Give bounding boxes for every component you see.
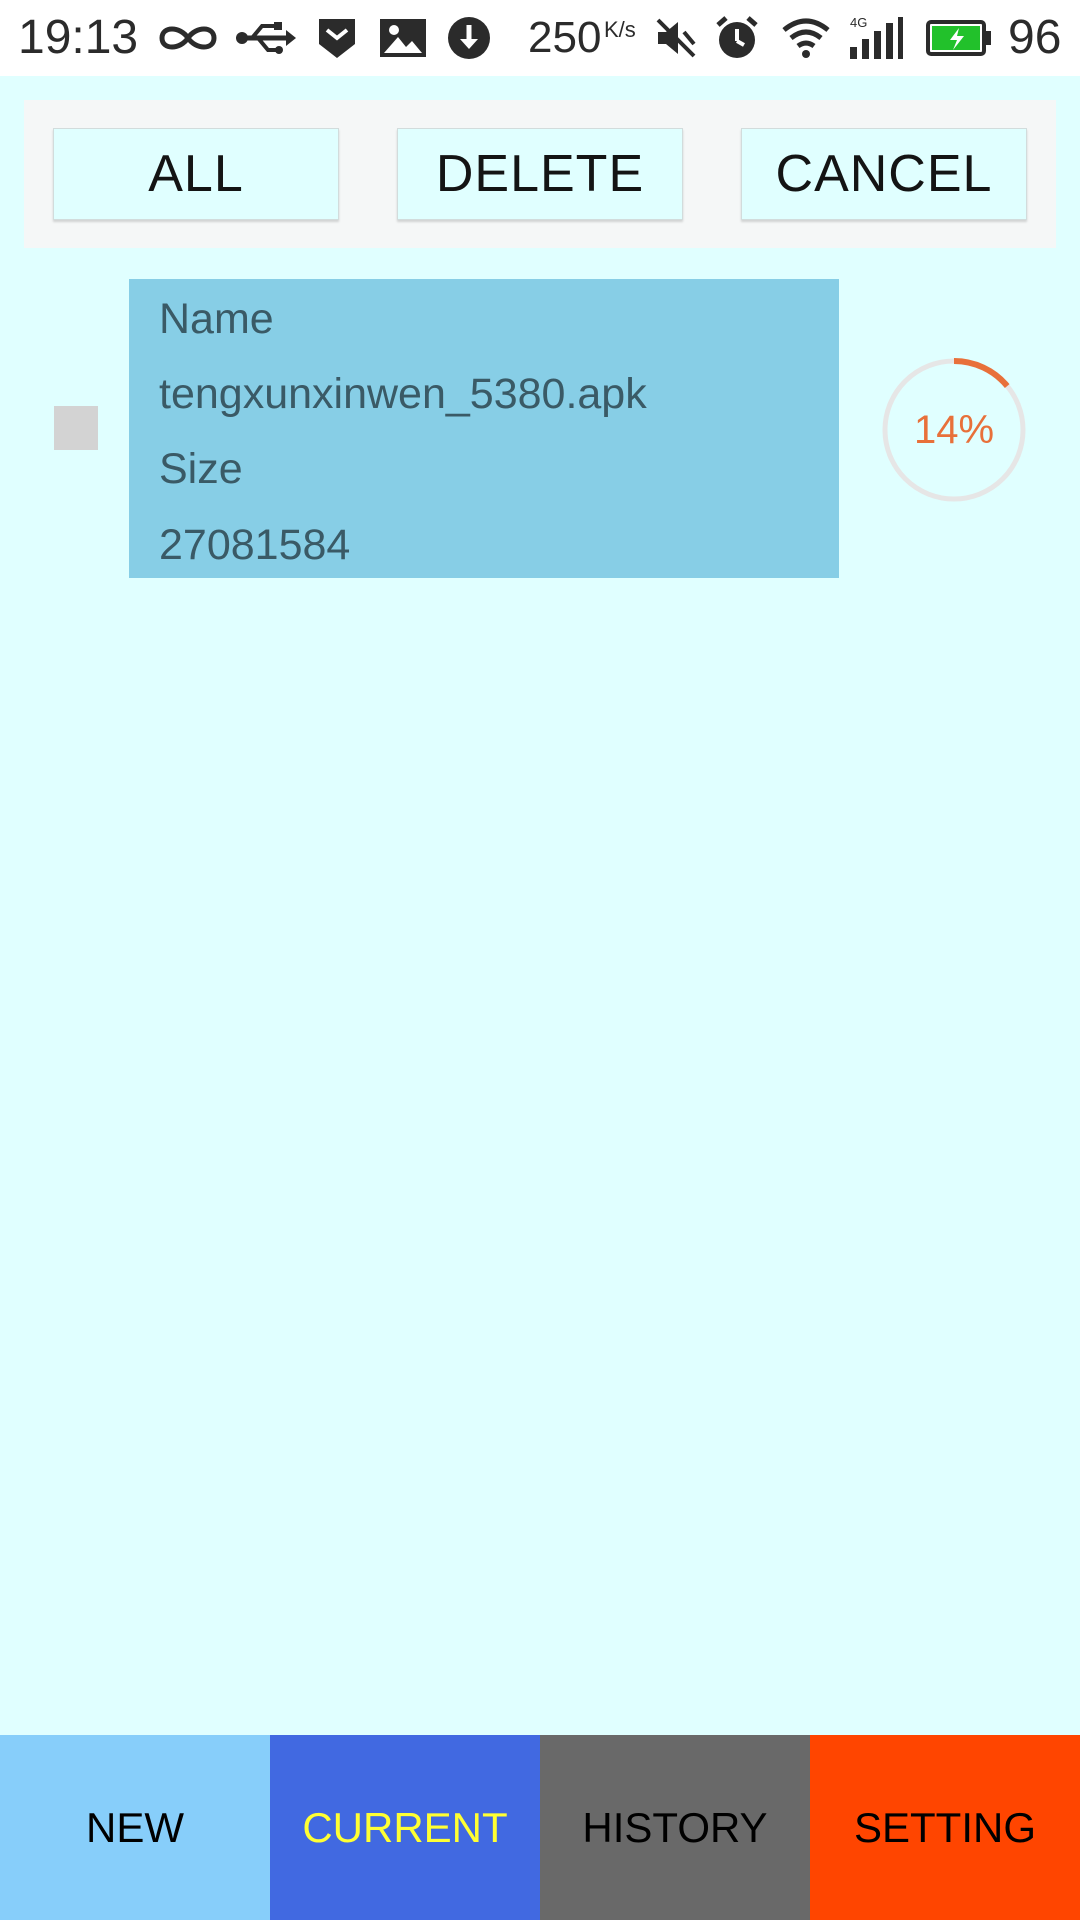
progress-percent: 14% — [913, 407, 995, 452]
tab-new[interactable]: NEW — [0, 1735, 270, 1920]
file-size: 27081584 — [159, 521, 351, 569]
action-toolbar: ALL DELETE CANCEL — [24, 100, 1056, 248]
size-label: Size — [159, 445, 243, 493]
delete-button[interactable]: DELETE — [397, 128, 683, 220]
mute-icon — [654, 14, 698, 62]
select-all-button[interactable]: ALL — [53, 128, 339, 220]
shield-icon — [316, 14, 358, 62]
tab-current[interactable]: CURRENT — [270, 1735, 540, 1920]
progress-ring: 14% — [880, 356, 1028, 504]
usb-icon — [234, 14, 296, 62]
image-icon — [378, 14, 428, 62]
wifi-icon — [780, 14, 832, 62]
network-speed-unit: K/s — [604, 17, 636, 42]
download-item-card[interactable]: Name tengxunxinwen_5380.apk Size 2708158… — [129, 279, 839, 578]
battery-level: 96 — [1008, 11, 1062, 64]
cancel-button[interactable]: CANCEL — [741, 128, 1027, 220]
status-bar: 19:13 250 K/s 4G 96 — [0, 0, 1080, 76]
infinity-icon — [156, 14, 220, 62]
svg-text:4G: 4G — [850, 15, 867, 30]
name-label: Name — [159, 295, 274, 343]
battery-charging-icon — [926, 14, 992, 62]
alarm-icon — [714, 14, 760, 62]
signal-4g-icon: 4G — [848, 14, 904, 62]
item-checkbox[interactable] — [54, 406, 98, 450]
download-icon — [446, 14, 492, 62]
tab-history[interactable]: HISTORY — [540, 1735, 810, 1920]
tab-setting[interactable]: SETTING — [810, 1735, 1080, 1920]
status-time: 19:13 — [18, 11, 139, 64]
bottom-tab-bar: NEW CURRENT HISTORY SETTING — [0, 1735, 1080, 1920]
network-speed: 250 — [528, 13, 602, 62]
file-name: tengxunxinwen_5380.apk — [159, 370, 647, 418]
